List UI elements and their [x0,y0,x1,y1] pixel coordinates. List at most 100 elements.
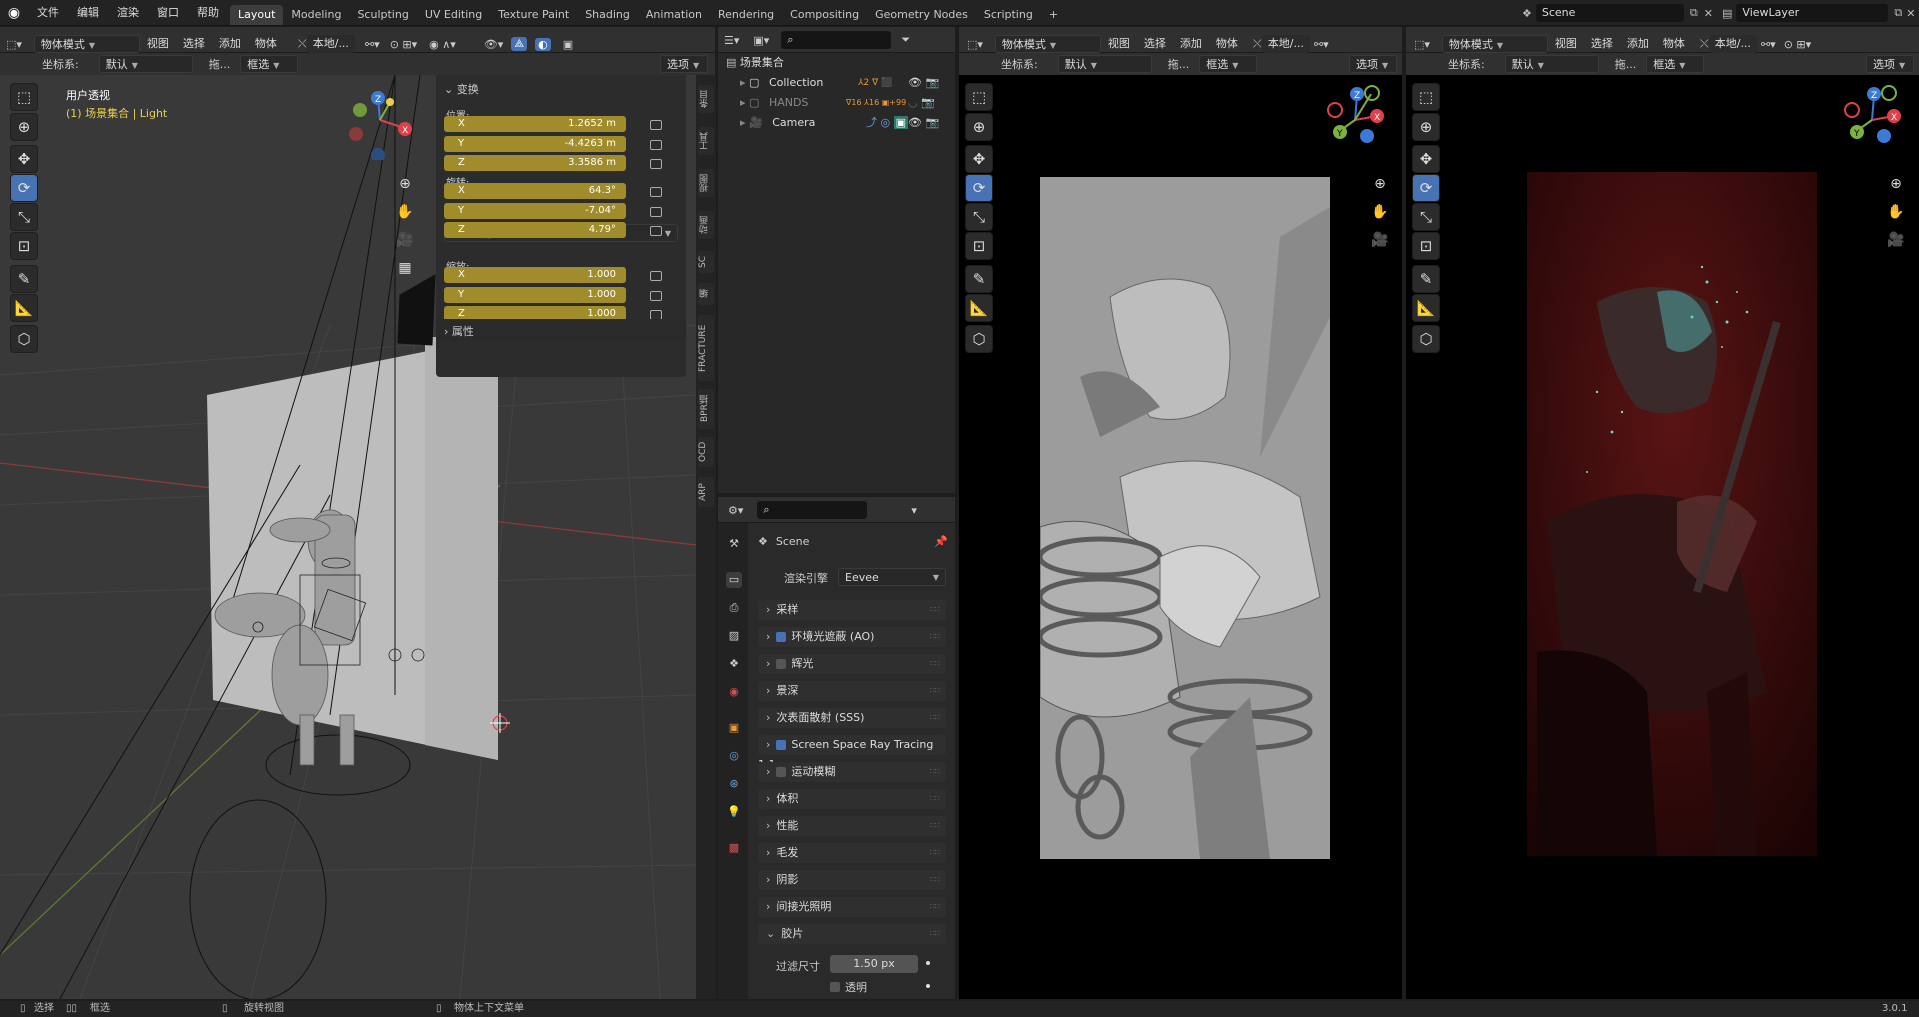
tab-ocd[interactable]: OCD [698,437,714,467]
transparent-checkbox-box[interactable] [830,982,840,992]
location-y-field[interactable]: Y -4.4263 m [444,135,626,152]
proportional-edit-icon[interactable]: ◉ ∧▾ [429,38,456,51]
scene-properties-icon[interactable]: ❖ [726,656,742,672]
coord-dropdown[interactable]: 默认 ▼ [98,55,193,73]
rotation-y-field[interactable]: Y -7.04° [444,202,626,219]
viewport3-orientation-dropdown[interactable]: 本地/... [1708,35,1757,53]
viewport2-rotate-tool-icon[interactable]: ⟳ [965,174,993,202]
outliner-item-collection[interactable]: ▸ ▢ Collection [740,75,823,91]
viewport-solid-preview[interactable]: Z X Y ⊕ ✋ 🎥 ⬚ ⊕ ✥ ⟳ ⤡ ⊡ ✎ 📐 ⬡ [959,75,1402,999]
expand-chevron-icon[interactable]: › [766,603,770,616]
lock-icon[interactable] [650,206,662,217]
camera-view-icon[interactable]: 🎥 [393,228,417,252]
viewport2-move-tool-icon[interactable]: ✥ [965,145,993,173]
viewport2-navigation-gizmo-icon[interactable]: Z X Y [1315,80,1395,160]
navigation-gizmo-icon[interactable]: Z X [340,80,420,160]
box-select-dropdown[interactable]: 框选 ▼ [240,55,299,73]
snap-icon[interactable]: ⊙ ⊞▾ [390,38,417,51]
constraints-properties-icon[interactable]: ⊛ [726,776,742,792]
viewport3-coord-dropdown[interactable]: 默认 ▼ [1504,55,1599,73]
viewport3-select-box-tool-icon[interactable]: ⬚ [1412,83,1440,111]
display-mode-icon[interactable]: ▣▾ [753,34,769,47]
viewport3-rotate-tool-icon[interactable]: ⟳ [1412,174,1440,202]
cursor-tool-icon[interactable]: ⊕ [10,113,38,141]
tab-sculpting[interactable]: Sculpting [349,5,416,25]
object-data-properties-icon[interactable]: 💡 [726,804,742,820]
filter-size-keyframe-icon[interactable] [926,961,930,965]
viewport3-zoom-icon[interactable]: ⊕ [1884,172,1908,196]
viewport-rendered-preview[interactable]: Z X Y ⊕ ✋ 🎥 ⬚ ⊕ ✥ ⟳ ⤡ ⊡ ✎ 📐 ⬡ [1406,75,1919,999]
pin-icon[interactable]: 📌 [934,535,948,548]
view-layer-selector[interactable]: ViewLayer [1736,4,1889,22]
rotation-x-field[interactable]: X 64.3° [444,183,626,199]
viewport-3d[interactable]: 用户透视 (1) 场景集合 | Light ⬚ ⊕ ✥ ⟳ ⤡ ⊡ ✎ 📐 ⬡ … [0,75,696,999]
viewport2-add-cube-tool-icon[interactable]: ⬡ [965,325,993,353]
viewport3-add-cube-tool-icon[interactable]: ⬡ [1412,325,1440,353]
drag-handle-icon[interactable]: ∷∷ [930,870,940,890]
render-properties-icon[interactable]: ▭ [726,572,742,588]
tab-edit[interactable]: 编 [698,283,714,305]
panel-5[interactable]: ›Screen Space Ray Tracing 1.1∷∷ [758,735,946,771]
viewport3-drag-label[interactable]: 拖... [1615,56,1637,72]
viewport2-coord-dropdown[interactable]: 默认 ▼ [1057,55,1152,73]
panel-10[interactable]: › 阴影 ∷∷ [758,870,946,890]
move-tool-icon[interactable]: ✥ [10,145,38,173]
render-engine-dropdown[interactable]: Eevee ▼ [838,568,946,586]
tab-item[interactable]: 条目 [698,85,714,113]
drag-handle-icon[interactable]: ∷∷ [930,924,940,944]
perspective-grid-icon[interactable]: ▦ [393,256,417,280]
gizmo-icon[interactable]: ⟁ [511,37,528,51]
viewport2-pan-hand-icon[interactable]: ✋ [1368,200,1392,224]
outliner-item-camera[interactable]: ▸ 🎥 Camera [740,115,815,131]
filter-icon[interactable]: ⏷ [901,33,910,47]
expand-chevron-icon[interactable]: › [766,900,770,913]
viewport3-cursor-tool-icon[interactable]: ⊕ [1412,113,1440,141]
mode-dropdown[interactable]: 物体模式 ▼ [33,35,140,53]
tab-shading[interactable]: Shading [577,5,638,25]
collection-visibility-icon[interactable]: 👁 📷 [908,75,939,91]
expand-chevron-icon[interactable]: ⌄ [766,927,775,940]
expand-chevron-icon[interactable]: › [766,846,770,859]
drag-handle-icon[interactable]: ∷∷ [930,843,940,863]
tool-settings-icon[interactable]: ⚒ [726,536,742,552]
transparent-keyframe-icon[interactable] [926,984,930,988]
close-scene-icon[interactable]: ✕ [1704,7,1713,20]
viewport3-options-dropdown[interactable]: 选项 ▼ [1866,55,1914,73]
overlay-icon[interactable]: ◐ [535,37,551,51]
tab-compositing[interactable]: Compositing [782,5,867,25]
viewport2-annotate-tool-icon[interactable]: ✎ [965,265,993,293]
expand-chevron-icon[interactable]: › [766,711,770,724]
tab-scripting[interactable]: Scripting [976,5,1041,25]
zoom-icon[interactable]: ⊕ [393,172,417,196]
transform-header[interactable]: ⌄ 变换 [444,81,479,97]
expand-chevron-icon[interactable]: › [766,765,770,778]
copy-scene-icon[interactable]: ⧉ [1690,6,1698,20]
object-properties-icon[interactable]: ▣ [726,720,742,736]
location-x-field[interactable]: X 1.2652 m [444,116,626,132]
physics-properties-icon[interactable]: ◎ [726,748,742,764]
drag-handle-icon[interactable]: ∷∷ [930,654,940,674]
viewport2-pivot-icon[interactable]: ⚯▾ [1314,38,1329,51]
menu-help[interactable]: 帮助 [188,0,228,26]
viewport3-camera-view-icon[interactable]: 🎥 [1884,228,1908,252]
viewport3-navigation-gizmo-icon[interactable]: Z X Y [1832,80,1912,160]
camera-data-icon[interactable]: ⤴ ◎ ▣ [866,115,908,131]
panel-11[interactable]: › 间接光照明 ∷∷ [758,897,946,917]
viewport2-drag-label[interactable]: 拖... [1168,56,1190,72]
viewport2-transform-tool-icon[interactable]: ⊡ [965,232,993,260]
xray-icon[interactable]: ▣ [563,38,573,51]
viewport2-box-select-dropdown[interactable]: 框选 ▼ [1199,55,1258,73]
select-box-tool-icon[interactable]: ⬚ [10,83,38,111]
pivot-icon[interactable]: ⚯▾ [365,38,380,51]
viewport3-pan-hand-icon[interactable]: ✋ [1884,200,1908,224]
outliner-editor-icon[interactable]: ☰▾ [724,34,739,47]
lock-icon[interactable] [650,226,662,236]
expand-chevron-icon[interactable]: › [766,873,770,886]
scale-x-field[interactable]: X 1.000 [444,267,626,283]
viewport3-editor-type-icon[interactable]: ⬚▾ [1414,38,1430,51]
viewport3-move-tool-icon[interactable]: ✥ [1412,145,1440,173]
add-workspace-button[interactable]: + [1041,5,1066,25]
drag-handle-icon[interactable]: ∷∷ [930,627,940,647]
panel-2[interactable]: › 辉光 ∷∷ [758,654,946,674]
expand-chevron-icon[interactable]: › [766,819,770,832]
